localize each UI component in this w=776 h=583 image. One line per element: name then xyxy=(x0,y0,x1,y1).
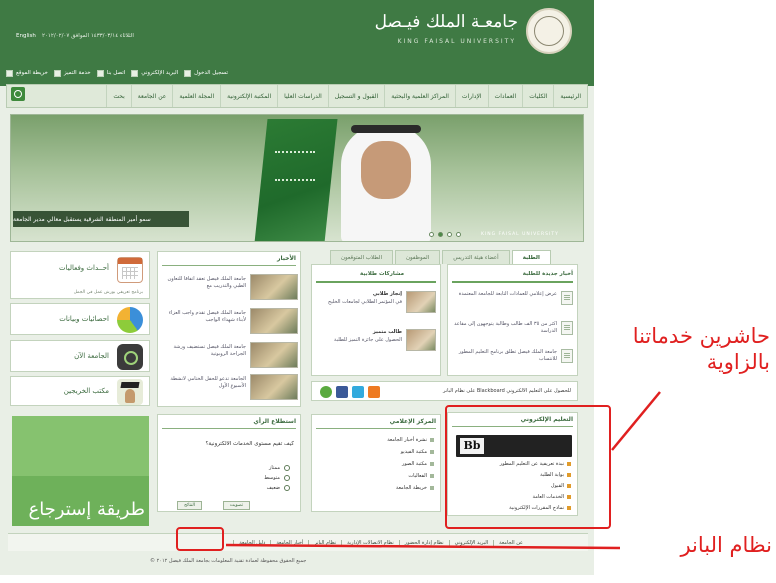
elearning-arrow xyxy=(611,391,661,451)
annotation-arrows xyxy=(225,391,661,550)
banner-annotation: نظام البانر xyxy=(680,533,772,557)
elearning-annotation: حاشرين خدماتنا بالزاوية xyxy=(632,324,770,374)
banner-arrow xyxy=(225,543,621,550)
